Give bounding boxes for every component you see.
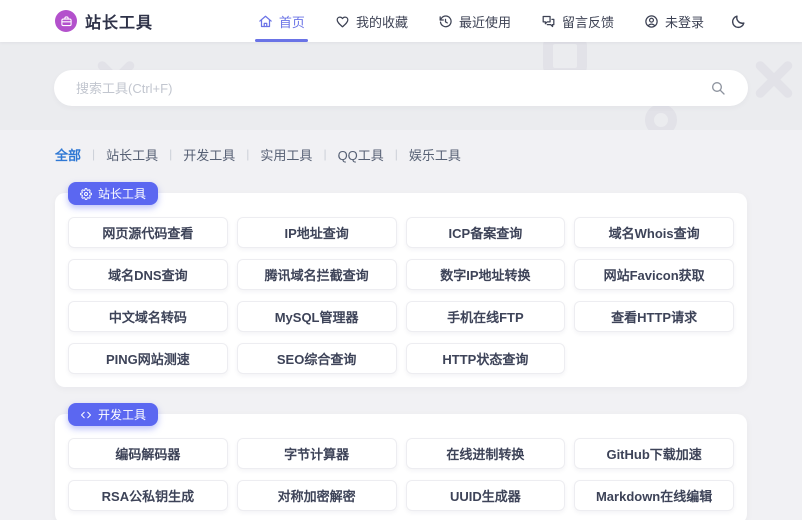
nav-item-1[interactable]: 我的收藏	[335, 0, 408, 42]
tool-button[interactable]: GitHub下载加速	[574, 438, 734, 469]
tool-grid: 网页源代码查看 IP地址查询 ICP备案查询 域名Whois查询域名DNS查询 腾讯域名…	[68, 217, 734, 374]
tool-button[interactable]: 域名Whois查询	[574, 217, 734, 248]
heart-icon	[335, 14, 350, 29]
tool-button[interactable]: 手机在线FTP	[405, 301, 566, 332]
tool-button[interactable]: MySQL管理器	[236, 301, 397, 332]
tool-button[interactable]: 网站Favicon获取	[574, 259, 734, 290]
tool-button[interactable]: SEO综合查询	[236, 343, 397, 374]
category-separator: |	[246, 147, 250, 161]
category-item-4[interactable]: QQ工具	[338, 145, 384, 164]
tool-button[interactable]: 数字IP地址转换	[405, 259, 566, 290]
category-item-2[interactable]: 开发工具	[183, 145, 235, 164]
gear-icon	[80, 187, 92, 200]
category-item-3[interactable]: 实用工具	[260, 145, 312, 164]
tool-button[interactable]: 域名DNS查询	[68, 259, 228, 290]
nav-item-2[interactable]: 最近使用	[438, 0, 511, 42]
user-icon	[644, 14, 659, 29]
category-item-5[interactable]: 娱乐工具	[409, 145, 461, 164]
tool-button[interactable]: PING网站测速	[68, 343, 228, 374]
search-banner	[0, 42, 802, 130]
tool-grid: 编码解码器 字节计算器 在线进制转换 GitHub下载加速 RSA公私钥生成 对称加密解密…	[68, 438, 734, 511]
section-badge: 站长工具	[68, 182, 159, 205]
section-card-0: 站长工具网页源代码查看 IP地址查询 ICP备案查询 域名Whois查询域名DNS查询…	[55, 182, 747, 387]
tool-sections: 站长工具网页源代码查看 IP地址查询 ICP备案查询 域名Whois查询域名DNS查询…	[0, 182, 802, 520]
tool-button[interactable]: 网页源代码查看	[68, 217, 228, 248]
category-bar: 全部 | 站长工具 | 开发工具 | 实用工具 | QQ工具 | 娱乐工具	[0, 144, 802, 164]
category-item-1[interactable]: 站长工具	[106, 145, 158, 164]
category-separator: |	[92, 147, 96, 161]
search-wrap	[0, 42, 802, 130]
section-badge: 开发工具	[68, 403, 159, 426]
brand[interactable]: 站长工具	[55, 9, 153, 33]
tool-button[interactable]: 对称加密解密	[236, 480, 397, 511]
nav-item-4[interactable]: 未登录	[644, 0, 704, 42]
category-separator: |	[323, 147, 327, 161]
moon-icon[interactable]	[730, 13, 747, 30]
nav-item-label: 未登录	[664, 14, 704, 30]
tool-button[interactable]: Markdown在线编辑	[574, 480, 734, 511]
nav-item-0[interactable]: 首页	[254, 0, 308, 42]
search-icon[interactable]	[710, 80, 726, 96]
home-icon	[258, 14, 273, 29]
category-separator: |	[394, 147, 398, 161]
tool-button[interactable]: RSA公私钥生成	[68, 480, 228, 511]
tool-button[interactable]: ICP备案查询	[405, 217, 566, 248]
nav-item-label: 首页	[278, 14, 305, 30]
nav-item-label: 我的收藏	[355, 14, 408, 30]
tool-button[interactable]: 编码解码器	[68, 438, 228, 469]
tool-button[interactable]: 腾讯域名拦截查询	[236, 259, 397, 290]
tool-button[interactable]: 字节计算器	[236, 438, 397, 469]
toolbox-icon	[60, 15, 73, 28]
header: 站长工具 首页 我的收藏 最近使用 留言反馈 未登录	[0, 0, 802, 42]
tool-button[interactable]: IP地址查询	[236, 217, 397, 248]
search-input[interactable]	[76, 80, 710, 96]
section-title: 站长工具	[98, 187, 147, 201]
feedback-icon	[541, 14, 556, 29]
brand-title: 站长工具	[85, 15, 154, 32]
history-icon	[438, 14, 453, 29]
section-card-1: 开发工具编码解码器 字节计算器 在线进制转换 GitHub下载加速 RSA公私钥生成 对称…	[55, 403, 747, 520]
nav-item-3[interactable]: 留言反馈	[541, 0, 614, 42]
code-icon	[80, 409, 92, 421]
tool-button[interactable]: 中文域名转码	[68, 301, 228, 332]
nav-item-label: 留言反馈	[561, 14, 614, 30]
search-bar	[54, 70, 748, 106]
nav-item-label: 最近使用	[458, 14, 511, 30]
logo	[55, 10, 77, 32]
category-item-0[interactable]: 全部	[55, 145, 81, 164]
tool-button[interactable]: UUID生成器	[405, 480, 566, 511]
tool-button[interactable]: 在线进制转换	[405, 438, 566, 469]
tool-button[interactable]: HTTP状态查询	[405, 343, 566, 374]
main-nav: 首页 我的收藏 最近使用 留言反馈 未登录	[254, 0, 704, 42]
section-title: 开发工具	[98, 408, 147, 422]
category-separator: |	[169, 147, 173, 161]
tool-button[interactable]: 查看HTTP请求	[574, 301, 734, 332]
